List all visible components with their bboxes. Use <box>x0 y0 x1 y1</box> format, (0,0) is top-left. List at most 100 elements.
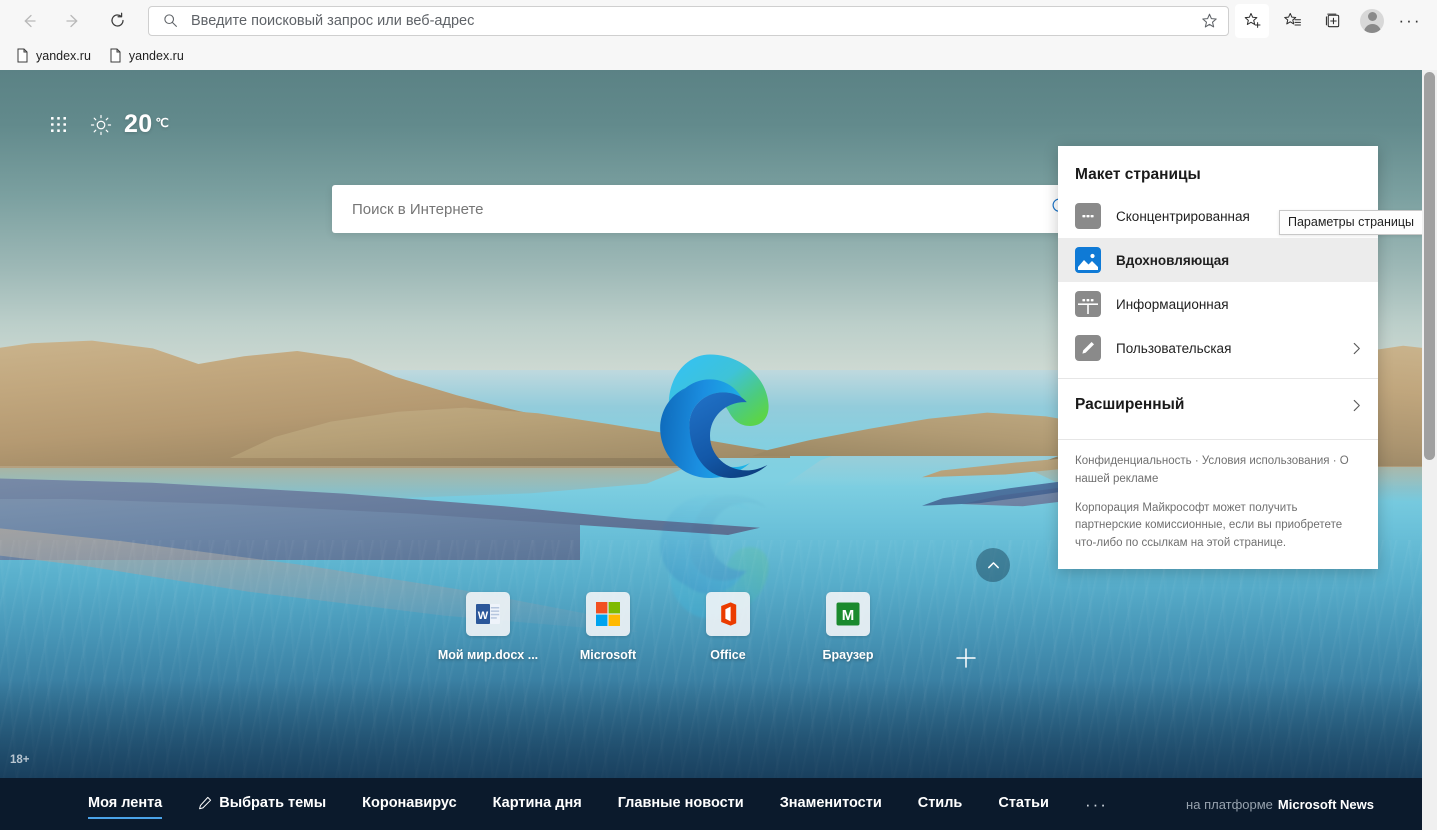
ntp-top-widgets: 20 ℃ <box>44 110 169 139</box>
news-tab-articles[interactable]: Статьи <box>998 795 1049 813</box>
microsoft-logo-icon <box>596 602 620 626</box>
layout-option-label: Информационная <box>1116 296 1229 312</box>
news-tab-style[interactable]: Стиль <box>918 795 963 813</box>
layout-option-informational[interactable]: Информационная <box>1058 282 1378 326</box>
shortcut-tile[interactable]: W Мой мир.docx ... <box>428 592 548 662</box>
news-tab-top-news[interactable]: Главные новости <box>618 795 744 813</box>
add-favorite-button[interactable] <box>1235 3 1269 38</box>
svg-text:M: M <box>842 607 855 624</box>
shortcut-tile[interactable]: Microsoft <box>548 592 668 662</box>
profile-button[interactable] <box>1355 4 1389 38</box>
scroll-to-top-button[interactable] <box>976 548 1010 582</box>
tile-icon-wrap: W <box>466 592 510 636</box>
collections-plus-icon <box>1325 13 1339 28</box>
new-tab-page: 20 ℃ Параметры страницы Поиск в Интернет… <box>0 70 1422 830</box>
chevron-up-icon <box>987 561 999 568</box>
collections-button[interactable] <box>1315 4 1349 38</box>
favorites-hub-button[interactable] <box>1275 4 1309 38</box>
refresh-icon <box>110 12 124 27</box>
bookmarks-bar: yandex.ru yandex.ru <box>0 41 1437 70</box>
person-avatar-icon <box>1360 8 1384 33</box>
legal-links[interactable]: Конфиденциальность · Условия использован… <box>1075 453 1361 489</box>
layout-option-custom[interactable]: Пользовательская <box>1058 326 1378 370</box>
bookmark-item[interactable]: yandex.ru <box>101 44 192 68</box>
layout-option-label: Сконцентрированная <box>1116 208 1250 224</box>
news-tab-label: Моя лента <box>88 795 163 811</box>
news-tab-label: Знаменитости <box>779 795 882 811</box>
news-platform-credit: на платформе Microsoft News <box>1186 797 1374 812</box>
age-rating-label: 18+ <box>10 754 30 766</box>
address-input-placeholder[interactable]: Введите поисковый запрос или веб-адрес <box>191 13 1201 29</box>
settings-and-more-button[interactable]: ··· <box>1393 4 1427 38</box>
chevron-right-icon <box>1349 341 1364 356</box>
focused-layout-icon <box>1075 203 1101 229</box>
advanced-settings-row[interactable]: Расширенный <box>1058 379 1378 431</box>
address-bar[interactable]: Введите поисковый запрос или веб-адрес <box>148 5 1229 36</box>
news-tab-celebrities[interactable]: Знаменитости <box>780 795 882 813</box>
custom-layout-icon <box>1075 335 1101 361</box>
news-more-button[interactable]: ··· <box>1085 796 1108 813</box>
back-arrow-icon <box>24 14 36 27</box>
shortcut-tile[interactable]: Office <box>668 592 788 662</box>
scrollbar-thumb[interactable] <box>1424 72 1435 460</box>
tile-icon-wrap <box>586 592 630 636</box>
star-plus-icon <box>1244 12 1261 28</box>
browser-toolbar: Введите поисковый запрос или веб-адрес ·… <box>0 0 1437 41</box>
office-logo-icon <box>721 602 737 626</box>
news-tab-label: Картина дня <box>492 795 582 811</box>
informational-layout-icon <box>1075 291 1101 317</box>
toolbar-right-group: ··· <box>1235 3 1437 38</box>
news-tab-picture-of-day[interactable]: Картина дня <box>493 795 582 813</box>
weather-widget[interactable]: 20 ℃ <box>90 110 169 139</box>
tile-icon-wrap: M <box>826 592 870 636</box>
flyout-legal-section: Конфиденциальность · Условия использован… <box>1058 440 1378 569</box>
platform-prefix: на платформе <box>1186 796 1273 812</box>
page-icon <box>17 48 28 63</box>
news-tab-label: Стиль <box>917 795 963 811</box>
news-navigation-bar: Моя лента Выбрать темы Коронавирус Карти… <box>0 778 1422 830</box>
mail-ru-browser-icon: M <box>836 602 860 626</box>
news-tab-label: Главные новости <box>617 795 744 811</box>
tile-label: Браузер <box>822 648 874 662</box>
forward-button[interactable] <box>56 4 90 38</box>
browser-chrome: Введите поисковый запрос или веб-адрес ·… <box>0 0 1437 70</box>
news-nav-items: Моя лента Выбрать темы Коронавирус Карти… <box>88 795 1144 819</box>
ellipsis-icon: ··· <box>1398 11 1422 30</box>
favorite-star-icon[interactable] <box>1201 12 1220 29</box>
bookmark-label: yandex.ru <box>128 48 184 63</box>
apps-grid-button[interactable] <box>44 111 72 139</box>
legal-note: Корпорация Майкрософт может получить пар… <box>1075 501 1343 550</box>
refresh-button[interactable] <box>100 4 134 38</box>
bookmark-label: yandex.ru <box>36 48 91 63</box>
news-tab-label: Выбрать темы <box>219 795 327 811</box>
inspirational-layout-icon <box>1075 247 1101 273</box>
flyout-title: Макет страницы <box>1075 166 1201 183</box>
web-search-box[interactable]: Поиск в Интернете <box>332 185 1090 233</box>
page-icon <box>110 48 121 63</box>
layout-option-inspirational[interactable]: Вдохновляющая <box>1058 238 1378 282</box>
forward-arrow-icon <box>66 14 78 27</box>
add-shortcut-button[interactable] <box>936 636 996 680</box>
tile-label: Microsoft <box>579 648 637 662</box>
back-button[interactable] <box>12 4 46 38</box>
news-tab-choose-topics[interactable]: Выбрать темы <box>198 795 326 813</box>
layout-option-label: Пользовательская <box>1116 340 1232 356</box>
page-settings-tooltip: Параметры страницы <box>1278 210 1422 235</box>
tile-icon-wrap <box>706 592 750 636</box>
news-tab-coronavirus[interactable]: Коронавирус <box>362 795 457 813</box>
svg-text:W: W <box>478 610 489 622</box>
weather-unit: ℃ <box>155 116 169 130</box>
search-icon <box>163 13 178 28</box>
page-scrollbar[interactable] <box>1422 70 1437 830</box>
tile-label: Office <box>710 648 746 662</box>
web-search-placeholder[interactable]: Поиск в Интернете <box>352 201 1050 218</box>
news-tab-label: Статьи <box>998 795 1049 811</box>
shortcut-tile[interactable]: M Браузер <box>788 592 908 662</box>
chevron-right-icon <box>1349 398 1364 413</box>
news-tab-label: Коронавирус <box>362 795 457 811</box>
star-list-icon <box>1283 12 1301 26</box>
microsoft-edge-logo <box>660 354 769 478</box>
layout-option-label: Вдохновляющая <box>1116 252 1230 268</box>
bookmark-item[interactable]: yandex.ru <box>8 44 99 68</box>
news-tab-my-feed[interactable]: Моя лента <box>88 795 163 819</box>
